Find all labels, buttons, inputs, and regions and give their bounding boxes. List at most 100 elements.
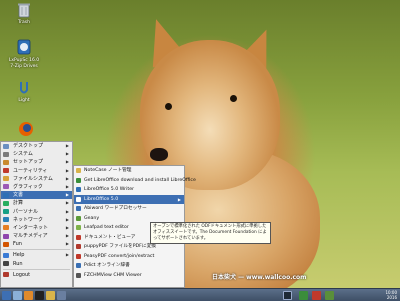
menu-category-icon	[3, 233, 9, 239]
submenu-item[interactable]: Get LibreOffice download and install Lib…	[74, 176, 196, 186]
desktop-icon-browser[interactable]	[18, 121, 34, 139]
menu-item-label: マルチメディア	[13, 233, 48, 240]
start-menu-item[interactable]: インターネット ▶	[1, 224, 72, 232]
desktop-icon-label: Trash	[18, 20, 30, 25]
application-icon	[76, 234, 81, 240]
menu-category-icon	[3, 143, 9, 149]
application-icon	[76, 196, 81, 202]
submenu-arrow-icon: ▶	[65, 151, 69, 157]
update-icon[interactable]	[312, 290, 321, 300]
submenu-item[interactable]: Pdict オンライン辞書	[74, 261, 184, 271]
submenu-item-label: puppyPDF ファイルをPDFに変換	[84, 244, 156, 249]
submenu-arrow-icon: ▶	[65, 241, 69, 247]
menu-item-label: ネットワーク	[13, 216, 44, 223]
menu-item-label: ユーティリティ	[13, 167, 48, 174]
submenu-item-label: LibreOffice 5.0	[84, 196, 119, 202]
firefox-icon	[19, 122, 33, 136]
submenu-item[interactable]: PeasyPDF convert/join/extract	[74, 252, 184, 262]
menu-separator	[3, 268, 70, 270]
submenu-arrow-icon: ▶	[65, 224, 69, 230]
trash-icon	[18, 3, 30, 18]
submenu-item-label: Leafpad text editor	[84, 225, 129, 230]
menu-category-icon	[3, 209, 9, 214]
start-menu-item-run[interactable]: Run	[1, 260, 72, 268]
application-icon	[76, 168, 81, 173]
application-icon	[76, 206, 81, 211]
submenu-arrow-icon: ▶	[65, 183, 69, 189]
start-menu-item[interactable]: ネットワーク ▶	[1, 216, 72, 224]
terminal-icon[interactable]	[35, 290, 44, 300]
start-menu-item[interactable]: システム ▶	[1, 150, 72, 158]
menu-category-icon	[3, 168, 9, 174]
submenu-item-label: Pdict オンライン辞書	[84, 263, 130, 268]
menu-item-label: 計算	[13, 200, 24, 207]
clock-date: 2016	[386, 295, 397, 300]
menu-category-icon	[3, 225, 9, 231]
start-menu-list: デスクトップ ▶ システム ▶ セットアップ ▶ ユーティリティ ▶ ファイルシステム ▶ グラフィ…	[1, 142, 72, 279]
desktop-icon-light[interactable]: Light	[6, 80, 42, 104]
wallpaper-dog-eye-left	[165, 103, 172, 110]
application-icon	[76, 244, 81, 249]
tooltip-line: オフィススイートです。The Document Foundation によ	[153, 229, 267, 235]
submenu-arrow-icon: ▶	[65, 200, 69, 206]
start-menu-item[interactable]: パーソナル ▶	[1, 208, 72, 216]
menu-item-label: Run	[13, 260, 23, 267]
menu-item-label: ファイルシステム	[13, 175, 53, 182]
submenu-arrow-icon: ▶	[65, 216, 69, 222]
desktop-icon-label: LxPupSc 16.0 7-Zip Drives	[8, 58, 40, 69]
submenu-item-label: PeasyPDF convert/join/extract	[84, 253, 155, 259]
menu-category-icon	[3, 176, 9, 182]
menu-item-label: Help	[13, 252, 25, 259]
menu-item-icon	[3, 252, 9, 258]
menu-category-icon	[3, 217, 9, 223]
menu-item-icon	[3, 272, 9, 278]
submenu-item-label: LibreOffice 5.0 Writer	[84, 187, 135, 192]
browser-icon[interactable]	[24, 290, 33, 300]
desktop-icon-drive[interactable]: LxPupSc 16.0 7-Zip Drives	[2, 38, 46, 70]
start-menu-item[interactable]: ユーティリティ ▶	[1, 167, 72, 175]
file-manager-icon[interactable]	[46, 290, 55, 300]
tooltip-line: ってサポートされています。	[153, 235, 209, 241]
start-menu-item-logout[interactable]: Logout	[1, 271, 72, 279]
volume-icon[interactable]	[299, 290, 308, 300]
application-icon	[76, 263, 81, 268]
taskbar: 10:00 2016	[0, 288, 400, 301]
start-menu-item[interactable]: セットアップ ▶	[1, 158, 72, 166]
submenu-item-label: NoteCase ノート管理	[84, 168, 132, 173]
submenu-item[interactable]: LibreOffice 5.0 Writer	[74, 185, 184, 195]
clock[interactable]: 10:00 2016	[385, 290, 397, 300]
application-icon	[76, 272, 81, 278]
tooltip-line: オープンで標準化された ODFドキュメント形式に準拠した	[153, 224, 267, 229]
submenu-arrow-icon: ▶	[177, 196, 181, 202]
application-icon	[76, 177, 81, 183]
submenu-arrow-icon: ▶	[65, 208, 69, 214]
light-icon	[20, 82, 28, 94]
submenu-item[interactable]: FZCHMView CHM Viewer	[74, 271, 184, 281]
start-menu-item[interactable]: デスクトップ ▶	[1, 142, 72, 150]
network-icon[interactable]	[283, 290, 292, 300]
menu-item-label: セットアップ	[13, 159, 44, 166]
home-icon[interactable]	[13, 290, 22, 300]
wallpaper-dog-nose	[150, 148, 168, 161]
start-menu-item[interactable]: ファイルシステム ▶	[1, 175, 72, 183]
start-menu-item[interactable]: 計算 ▶	[1, 199, 72, 207]
start-menu-item-help[interactable]: Help ▶	[1, 251, 72, 259]
submenu-arrow-icon: ▶	[65, 233, 69, 239]
start-menu-item[interactable]: グラフィック ▶	[1, 183, 72, 191]
application-icon	[76, 253, 81, 259]
puppy-menu-icon[interactable]	[2, 290, 11, 300]
submenu-item-label: FZCHMView CHM Viewer	[84, 272, 142, 278]
submenu-item[interactable]: Abiword ワードプロセッサー	[74, 204, 184, 214]
desktop-icon-label: Light	[18, 98, 30, 103]
start-menu-item[interactable]: Fun ▶	[1, 240, 72, 248]
battery-icon[interactable]	[325, 290, 334, 300]
desktop-icon-trash[interactable]: Trash	[6, 2, 42, 26]
desktop-icon[interactable]	[57, 290, 66, 300]
start-menu-item[interactable]: マルチメディア ▶	[1, 232, 72, 240]
menu-item-label: システム	[13, 151, 33, 158]
submenu-item[interactable]: LibreOffice 5.0 ▶	[74, 194, 184, 204]
menu-category-icon	[3, 241, 9, 247]
start-menu-item[interactable]: 文書 ▶	[1, 191, 72, 200]
submenu-item-label: Abiword ワードプロセッサー	[84, 206, 147, 211]
submenu-item[interactable]: NoteCase ノート管理	[74, 166, 184, 176]
